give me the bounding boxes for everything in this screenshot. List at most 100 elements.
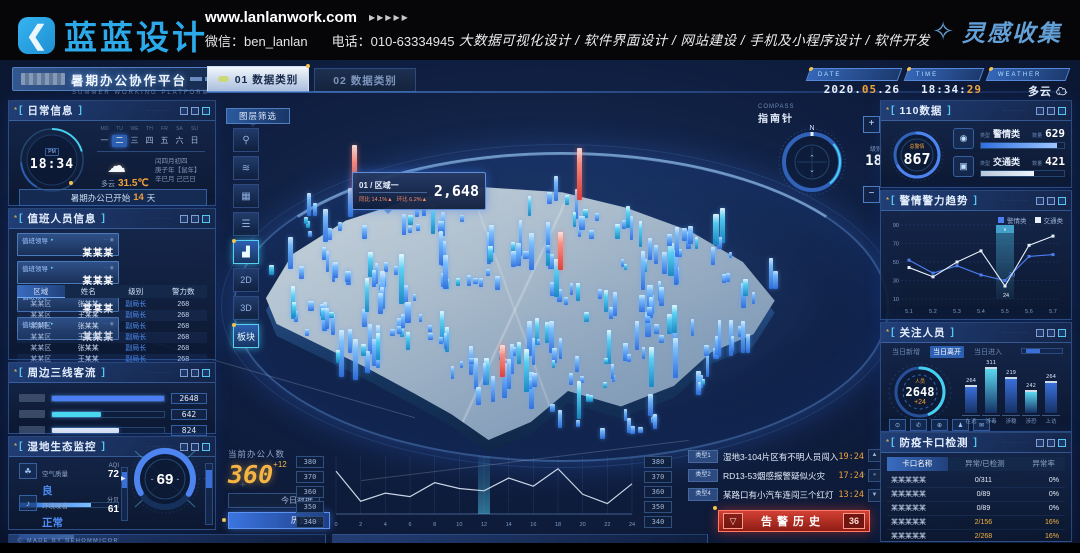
website-link[interactable]: www.lanlanwork.com [205,9,357,26]
corner-tick: * [886,196,889,205]
expand-icon[interactable] [1058,439,1066,447]
gauge-scrollbar[interactable] [205,463,213,525]
map-data-bar [638,427,643,433]
map-data-bar [611,364,614,379]
minimize-icon[interactable] [1036,197,1044,205]
svg-text:90: 90 [893,223,899,229]
focus-scrollbar[interactable] [1021,348,1063,354]
duty-table-row[interactable]: 某某区王某某副局长268 [17,332,207,343]
minimize-icon[interactable] [180,107,188,115]
alert-item[interactable]: 类型2RD13-53烟感报警疑似火灾17:24 [688,468,864,483]
duty-table-row[interactable]: 某某区张某某副局长268 [17,299,207,310]
minimize-icon[interactable] [1036,439,1044,447]
alert-item[interactable]: 类型1湿地3-104片区有不明人员闯入19:24 [688,449,864,464]
scroll-dot-icon[interactable]: ● [868,469,881,482]
target-icon[interactable]: ⊕ [931,419,948,431]
p110-bar-track [980,170,1065,177]
checkpoint-rate: 0% [1019,474,1065,487]
expand-icon[interactable] [202,369,210,377]
map-alert-bar [558,232,563,270]
weekday-cn[interactable]: 四 [142,135,157,147]
weekday-en: TU [112,126,127,132]
expand-icon[interactable] [1058,107,1066,115]
window-icon[interactable] [191,215,199,223]
checkpoint-row[interactable]: 某某某某某0/3110% [887,474,1065,488]
focus-bar-col: 311涉毒 [981,357,1001,425]
brand-logo[interactable]: ❮ 蓝蓝设计 [18,11,208,59]
bracket: [ [891,105,894,116]
eco-gauge: -69- ▶ ◀ [127,441,203,517]
zoom-out-button[interactable]: − [863,186,880,203]
window-icon[interactable] [1047,197,1055,205]
tab-data-category-1[interactable]: 01 数据类别 [207,66,309,92]
map-data-bar [479,278,483,287]
window-icon[interactable] [1047,439,1055,447]
alert-item[interactable]: 类型4某路口有小汽车连闯三个红灯13:24 [688,487,864,502]
zoom-in-button[interactable]: + [863,116,880,133]
duty-table-row[interactable]: 某某区张某某副局长268 [17,343,207,354]
svg-text:5.6: 5.6 [1025,309,1033,315]
layer-button-mode-3d[interactable]: 3D [233,296,259,320]
minimize-icon[interactable] [180,215,188,223]
phone-icon[interactable]: ✆ [910,419,927,431]
flow-bar-track [51,427,165,434]
weekday-cn[interactable]: 日 [187,135,202,147]
p110-bar-fill [981,171,1034,176]
duty-table-row[interactable]: 某某区王某某副局长268 [17,310,207,321]
compass-dial[interactable]: N ⌃ ⌄ [774,122,850,198]
layer-button-mode-plate[interactable]: 板块 [233,324,259,348]
minimize-icon[interactable] [1036,329,1044,337]
window-icon[interactable] [191,369,199,377]
minimize-icon[interactable] [180,369,188,377]
scroll-down-icon[interactable]: ▼ [868,489,881,502]
layer-button-signal-icon[interactable]: ≋ [233,156,259,180]
weekday-cn[interactable]: 二 [112,135,127,147]
checkpoint-row[interactable]: 某某某某某2/15616% [887,516,1065,530]
weekday-cn[interactable]: 六 [172,135,187,147]
window-icon[interactable] [191,107,199,115]
tab-data-category-2[interactable]: 02 数据类别 [314,68,416,92]
expand-icon[interactable] [202,107,210,115]
duty-table-row[interactable]: 某某区张某某副局长268 [17,321,207,332]
layer-button-list-icon[interactable]: ☰ [233,212,259,236]
arrow-left-icon[interactable]: ▶ [121,475,126,482]
focus-tab[interactable]: 当日新增 [889,346,923,358]
layer-button-location-icon[interactable]: ⚲ [233,128,259,152]
duty-leader-card[interactable]: 值班领导▸⋯ ◉某某某 [17,261,119,284]
alert-history-banner[interactable]: ▽ 告警历史 36 [718,510,870,532]
svg-text:2: 2 [359,522,362,528]
window-icon[interactable] [1047,329,1055,337]
focus-gauge: 人员 2648 +24 [887,361,953,423]
checkpoint-row[interactable]: 某某某某某0/890% [887,502,1065,516]
layer-button-barchart-icon[interactable]: ▟ [233,240,259,264]
map-data-bar [532,338,536,365]
weekday-en: SA [172,126,187,132]
layer-button-blocks-icon[interactable]: ▦ [233,184,259,208]
inspiration-collect[interactable]: ✧ 灵感收集 [932,14,1062,48]
layer-button-mode-2d[interactable]: 2D [233,268,259,292]
expand-icon[interactable] [1058,197,1066,205]
weekday-cn[interactable]: 三 [127,135,142,147]
map-data-bar [325,308,330,329]
checkpoint-row[interactable]: 某某某某某0/890% [887,488,1065,502]
weekday-cn[interactable]: 一 [97,135,112,147]
expand-icon[interactable] [202,443,210,451]
weekday-cn[interactable]: 五 [157,135,172,147]
map-data-bar [338,222,342,231]
scroll-up-icon[interactable]: ▲ [868,449,881,462]
duty-leader-card[interactable]: 值班领导▸⋯ ◉某某某 [17,233,119,256]
dashboard-footer: Ⓒ MADE BY NEHOMMICOR [8,534,708,543]
expand-icon[interactable] [1058,329,1066,337]
time-widget: TIME 18:34:29 [906,68,982,96]
window-icon[interactable] [1047,107,1055,115]
expand-icon[interactable] [202,215,210,223]
checkpoint-row[interactable]: 某某某某某2/26816% [887,530,1065,543]
map-data-bar [769,258,773,288]
duty-cell: 某某区 [17,310,65,321]
focus-tab[interactable]: 当日离开 [930,346,964,358]
car-icon[interactable]: ⊙ [889,419,906,431]
minimize-icon[interactable] [1036,107,1044,115]
collect-label: 灵感收集 [962,14,1062,48]
noise-icon: ♪ [19,495,37,511]
lunar-line: 庚子年【鼠年】 [155,166,201,175]
